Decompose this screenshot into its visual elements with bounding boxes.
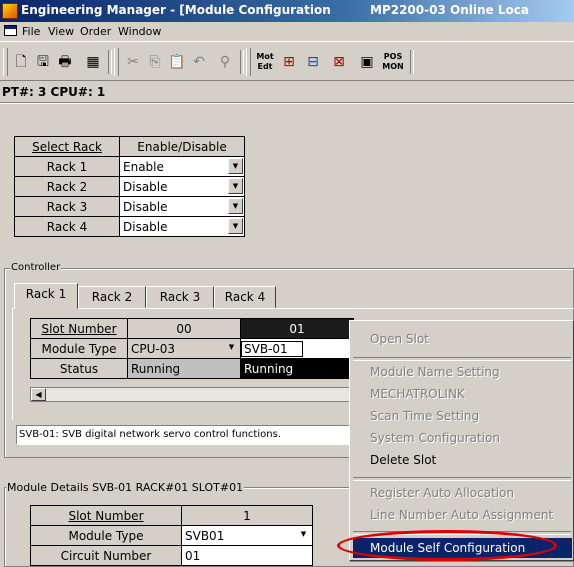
detail-module-type-label: Module Type — [30, 525, 182, 546]
detail-slot-number-label: Slot Number — [30, 505, 182, 526]
new-icon[interactable]: 🗋 — [10, 51, 32, 73]
horizontal-scrollbar[interactable]: ◀ — [30, 387, 350, 402]
rack-enable-select[interactable]: Disable ▼ — [119, 176, 245, 197]
chevron-down-icon[interactable]: ▼ — [228, 198, 243, 214]
detail-circuit-number-value[interactable]: 01 — [181, 545, 313, 566]
toolbar-grip-3[interactable] — [246, 48, 251, 76]
select-rack-header[interactable]: Select Rack — [14, 136, 120, 157]
chart-icon[interactable]: ⊠ — [328, 51, 350, 73]
rack-label: Rack 1 — [14, 156, 120, 177]
tab-rack-1[interactable]: Rack 1 — [14, 283, 78, 309]
detail-slot-number-value: 1 — [181, 505, 313, 526]
module-details-table: Slot Number 1 Module Type SVB01 ▼ Circuit… — [30, 505, 313, 566]
menu-bar: File View Order Window — [0, 22, 574, 40]
rack-enable-select[interactable]: Disable ▼ — [119, 216, 245, 237]
menu-item-register-auto-allocation[interactable]: Register Auto Allocation — [370, 486, 514, 500]
menu-item-system-configuration[interactable]: System Configuration — [370, 431, 500, 445]
rack-label: Rack 4 — [14, 216, 120, 237]
document-icon[interactable] — [4, 25, 17, 36]
window-title-status: MP2200-03 Online Loca — [370, 3, 529, 17]
detail-circuit-number-label: Circuit Number — [30, 545, 182, 566]
status-cell: Running — [127, 358, 241, 379]
save-icon[interactable]: 🖫 — [32, 51, 54, 73]
controller-group-label: Controller — [10, 262, 62, 273]
slot-number-cell[interactable]: 01 — [240, 318, 354, 339]
scroll-left-icon[interactable]: ◀ — [31, 388, 46, 401]
menu-view[interactable]: View — [48, 25, 74, 38]
menu-item-open-slot[interactable]: Open Slot — [370, 332, 429, 346]
module-type-select[interactable]: SVB-01 — [240, 338, 354, 359]
ladder-hash-icon[interactable]: ⊟ — [302, 51, 324, 73]
detail-module-type-select[interactable]: SVB01 ▼ — [181, 525, 313, 546]
pt-cpu-label: PT#: 3 CPU#: 1 — [2, 85, 106, 99]
rack-table: Select Rack Enable/Disable Rack 1 Enable… — [14, 136, 245, 237]
menu-item-line-number-auto-assignment[interactable]: Line Number Auto Assignment — [370, 508, 553, 522]
module-description: SVB-01: SVB digital network servo contro… — [16, 425, 351, 445]
rack-label: Rack 3 — [14, 196, 120, 217]
paste-icon[interactable]: 📋 — [166, 51, 188, 73]
cut-icon[interactable]: ✂ — [122, 51, 144, 73]
network-icon[interactable]: ▦ — [82, 51, 104, 73]
module-type-header: Module Type — [30, 338, 128, 359]
menu-order[interactable]: Order — [80, 25, 111, 38]
menu-window[interactable]: Window — [118, 25, 161, 38]
ladder-icon[interactable]: ⊞ — [278, 51, 300, 73]
slot-number-cell[interactable]: 00 — [127, 318, 241, 339]
undo-icon[interactable]: ↶ — [188, 51, 210, 73]
menu-item-module-name-setting[interactable]: Module Name Setting — [370, 365, 500, 379]
menu-file[interactable]: File — [22, 25, 40, 38]
module-details-label: Module Details SVB-01 RACK#01 SLOT#01 — [6, 481, 245, 494]
title-bar[interactable]: Engineering Manager - [Module Configurat… — [0, 0, 574, 22]
divider — [0, 102, 574, 104]
app-icon[interactable] — [2, 3, 18, 19]
status-cell: Running — [240, 358, 354, 379]
chevron-down-icon[interactable]: ▼ — [228, 218, 243, 234]
annotation-ellipse — [337, 530, 557, 561]
context-menu: Open Slot Module Name Setting MECHATROLI… — [349, 320, 574, 561]
rack-enable-select[interactable]: Disable ▼ — [119, 196, 245, 217]
toolbar: 🗋 🖫 🖶 ▦ ✂ ⎘ 📋 ↶ ⚲ Mot Edt ⊞ ⊟ ⊠ ▣ POS MO… — [0, 41, 574, 81]
chevron-down-icon[interactable]: ▼ — [228, 178, 243, 194]
copy-icon[interactable]: ⎘ — [144, 51, 166, 73]
tab-rack-4[interactable]: Rack 4 — [214, 286, 276, 308]
chevron-down-icon[interactable]: ▼ — [296, 527, 311, 543]
tab-rack-3[interactable]: Rack 3 — [146, 286, 214, 308]
menu-item-mechatrolink[interactable]: MECHATROLINK — [370, 387, 465, 401]
menu-item-delete-slot[interactable]: Delete Slot — [370, 453, 436, 467]
status-header: Status — [30, 358, 128, 379]
find-icon[interactable]: ⚲ — [214, 51, 236, 73]
chevron-down-icon[interactable]: ▼ — [224, 340, 239, 356]
slot-table: Slot Number 00 01 Module Type CPU-03 ▼ SV… — [30, 318, 354, 379]
properties-icon[interactable]: ▣ — [356, 51, 378, 73]
toolbar-grip[interactable] — [3, 48, 8, 76]
pos-mon-icon[interactable]: POS MON — [382, 52, 404, 74]
menu-item-scan-time-setting[interactable]: Scan Time Setting — [370, 409, 479, 423]
enable-disable-header: Enable/Disable — [119, 136, 245, 157]
mot-edit-icon[interactable]: Mot Edt — [254, 52, 276, 74]
module-type-select[interactable]: CPU-03 ▼ — [127, 338, 241, 359]
print-icon[interactable]: 🖶 — [54, 51, 76, 73]
rack-enable-select[interactable]: Enable ▼ — [119, 156, 245, 177]
slot-number-header: Slot Number — [30, 318, 128, 339]
toolbar-grip-2[interactable] — [114, 48, 119, 76]
window-title: Engineering Manager - [Module Configurat… — [21, 3, 331, 17]
rack-label: Rack 2 — [14, 176, 120, 197]
tab-rack-2[interactable]: Rack 2 — [78, 286, 146, 308]
chevron-down-icon[interactable]: ▼ — [228, 158, 243, 174]
